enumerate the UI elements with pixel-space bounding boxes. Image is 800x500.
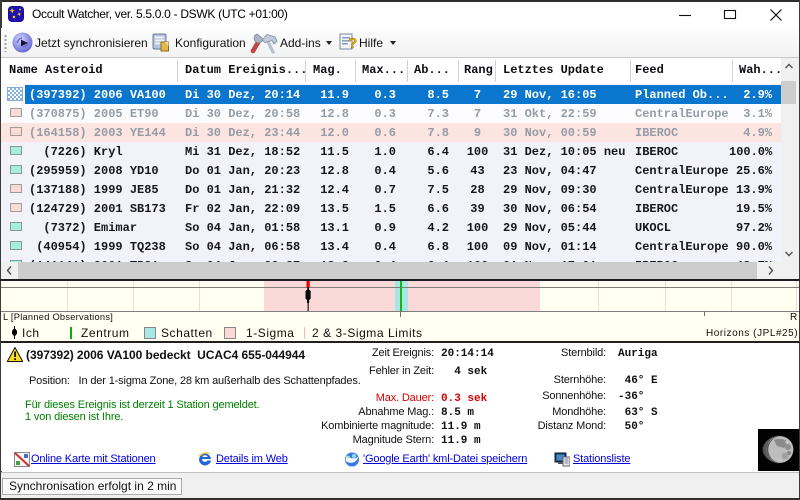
svg-text:?: ? xyxy=(348,35,357,52)
